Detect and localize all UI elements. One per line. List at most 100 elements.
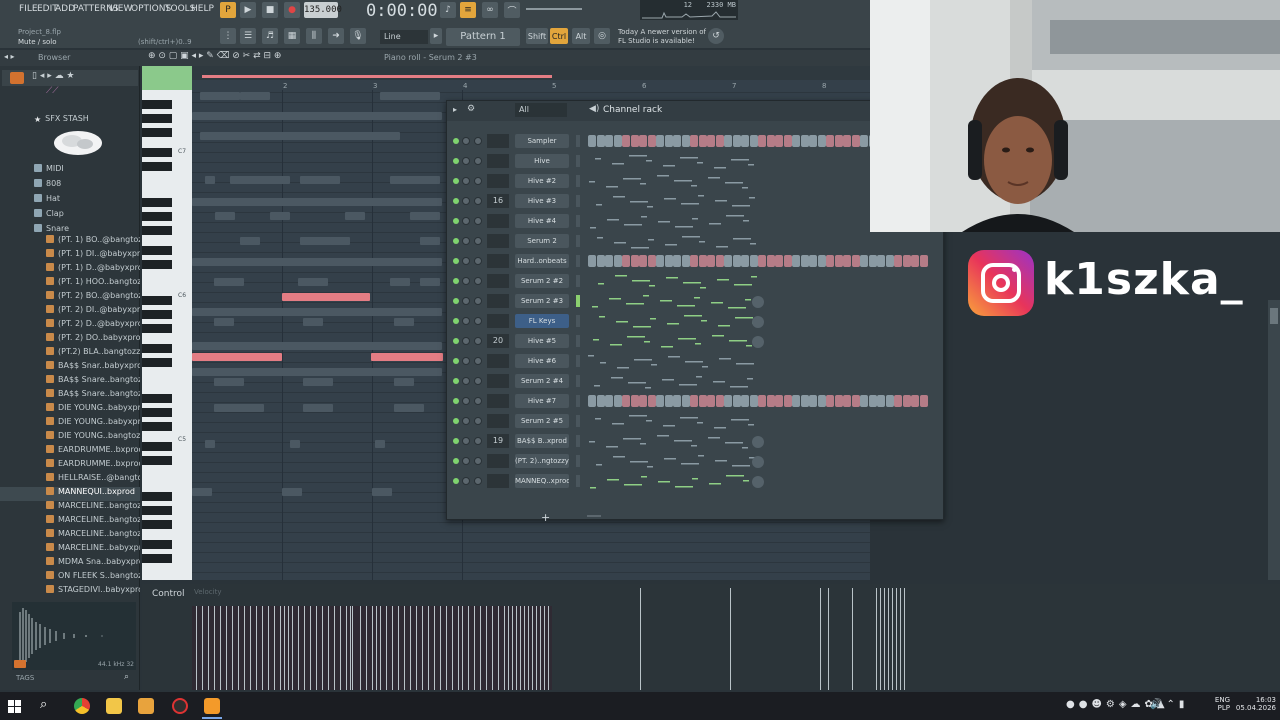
- browser-folder-clap[interactable]: Clap: [0, 209, 140, 223]
- volume-knob[interactable]: [474, 317, 482, 325]
- velocity-bar[interactable]: [196, 606, 197, 690]
- browser-file-item[interactable]: (PT. 1) D..@babyxprod: [0, 263, 140, 277]
- channel-name-button[interactable]: Serum 2 #4: [515, 374, 569, 388]
- volume-knob[interactable]: [474, 277, 482, 285]
- loop-record-icon[interactable]: ∞: [482, 2, 498, 18]
- velocity-bar[interactable]: [352, 606, 353, 690]
- browser-file-item[interactable]: BA$$ Snare..bangtozzy: [0, 375, 140, 389]
- black-key[interactable]: [142, 310, 172, 319]
- channel-speaker-icon[interactable]: [752, 476, 764, 488]
- mixer-track-number[interactable]: [487, 254, 509, 268]
- step-button[interactable]: [877, 395, 885, 407]
- black-key[interactable]: [142, 114, 172, 123]
- step-button[interactable]: [783, 255, 792, 267]
- black-key[interactable]: [142, 100, 172, 109]
- news-icon[interactable]: ◎: [594, 28, 610, 44]
- vertical-scrollbar[interactable]: [1268, 300, 1280, 580]
- volume-knob[interactable]: [474, 457, 482, 465]
- ctrl-button[interactable]: Ctrl: [550, 28, 568, 44]
- channel-name-button[interactable]: BA$$ B..xprod: [515, 434, 569, 448]
- channel-name-button[interactable]: Hive #5: [515, 334, 569, 348]
- step-button[interactable]: [741, 255, 749, 267]
- mixer-icon[interactable]: ⫼: [306, 28, 322, 44]
- channel-name-button[interactable]: Hive #2: [515, 174, 569, 188]
- channel-led[interactable]: [453, 278, 459, 284]
- step-button[interactable]: [792, 135, 800, 147]
- browser-file-item[interactable]: STAGEDIVI..babyxprod: [0, 585, 140, 599]
- volume-knob[interactable]: [474, 257, 482, 265]
- step-button[interactable]: [622, 255, 630, 267]
- pattern-prev-icon[interactable]: ▸: [430, 28, 442, 44]
- browser-file-item[interactable]: (PT. 1) DI..@babyxprod: [0, 249, 140, 263]
- channel-select-indicator[interactable]: [576, 335, 580, 347]
- channel-led[interactable]: [453, 378, 459, 384]
- step-button[interactable]: [766, 135, 775, 147]
- step-button[interactable]: [605, 395, 613, 407]
- volume-knob[interactable]: [474, 477, 482, 485]
- velocity-bar[interactable]: [532, 606, 533, 690]
- news-line1[interactable]: Today A newer version of: [618, 28, 706, 36]
- step-button[interactable]: [775, 135, 783, 147]
- velocity-bar[interactable]: [852, 588, 853, 690]
- velocity-bar[interactable]: [548, 606, 549, 690]
- step-button[interactable]: [758, 395, 766, 407]
- channel-speaker-icon[interactable]: [752, 436, 764, 448]
- snap-select[interactable]: Line: [380, 30, 428, 44]
- black-key[interactable]: [142, 212, 172, 221]
- channel-name-button[interactable]: MANNEQ..xprod: [515, 474, 569, 488]
- velocity-bar[interactable]: [504, 606, 505, 690]
- channel-name-button[interactable]: Hive #6: [515, 354, 569, 368]
- rack-arrow-icon[interactable]: ▸: [453, 105, 457, 114]
- step-button[interactable]: [605, 135, 613, 147]
- step-button[interactable]: [622, 395, 630, 407]
- shift-button[interactable]: Shift: [526, 28, 548, 44]
- news-line2[interactable]: FL Studio is available!: [618, 37, 695, 45]
- pattern-song-toggle[interactable]: P: [220, 2, 236, 18]
- mixer-track-number[interactable]: [487, 394, 509, 408]
- velocity-bar[interactable]: [480, 606, 481, 690]
- step-button[interactable]: [877, 255, 885, 267]
- velocity-bar[interactable]: [398, 606, 399, 690]
- velocity-bar[interactable]: [334, 606, 335, 690]
- velocity-bar[interactable]: [322, 606, 323, 690]
- black-key[interactable]: [142, 506, 172, 515]
- velocity-bar[interactable]: [214, 606, 215, 690]
- browser-file-item[interactable]: MANNEQUI..bxprod: [0, 487, 140, 501]
- step-button[interactable]: [800, 255, 809, 267]
- microphone-icon[interactable]: 🎙: [350, 28, 366, 44]
- velocity-bar[interactable]: [820, 588, 821, 690]
- volume-knob[interactable]: [474, 337, 482, 345]
- step-button[interactable]: [622, 135, 630, 147]
- step-button[interactable]: [656, 395, 664, 407]
- metronome-icon[interactable]: ♪: [440, 2, 456, 18]
- record-button[interactable]: ●: [284, 2, 300, 18]
- velocity-bar[interactable]: [474, 606, 475, 690]
- black-key[interactable]: [142, 324, 172, 333]
- velocity-bar[interactable]: [462, 606, 463, 690]
- step-button[interactable]: [775, 255, 783, 267]
- step-button[interactable]: [817, 135, 826, 147]
- note[interactable]: [192, 353, 282, 361]
- velocity-bar[interactable]: [410, 606, 411, 690]
- channel-speaker-icon[interactable]: [752, 456, 764, 468]
- channel-name-button[interactable]: Hard..onbeats: [515, 254, 569, 268]
- master-volume-slider[interactable]: [526, 8, 582, 10]
- step-button[interactable]: [851, 255, 860, 267]
- stop-button[interactable]: ■: [262, 2, 278, 18]
- black-key[interactable]: [142, 246, 172, 255]
- browser-file-item[interactable]: (PT.2) BLA..bangtozzy: [0, 347, 140, 361]
- pan-knob[interactable]: [462, 317, 470, 325]
- step-button[interactable]: [588, 135, 596, 147]
- step-button[interactable]: [766, 395, 775, 407]
- volume-knob[interactable]: [474, 137, 482, 145]
- black-key[interactable]: [142, 198, 172, 207]
- mini-piano-roll[interactable]: [588, 233, 928, 251]
- note[interactable]: [282, 293, 370, 301]
- volume-knob[interactable]: [474, 177, 482, 185]
- file-explorer-icon[interactable]: [106, 698, 122, 714]
- step-button[interactable]: [911, 255, 919, 267]
- volume-knob[interactable]: [474, 417, 482, 425]
- velocity-bar[interactable]: [274, 606, 275, 690]
- mini-piano-roll[interactable]: [588, 413, 928, 431]
- step-button[interactable]: [741, 395, 749, 407]
